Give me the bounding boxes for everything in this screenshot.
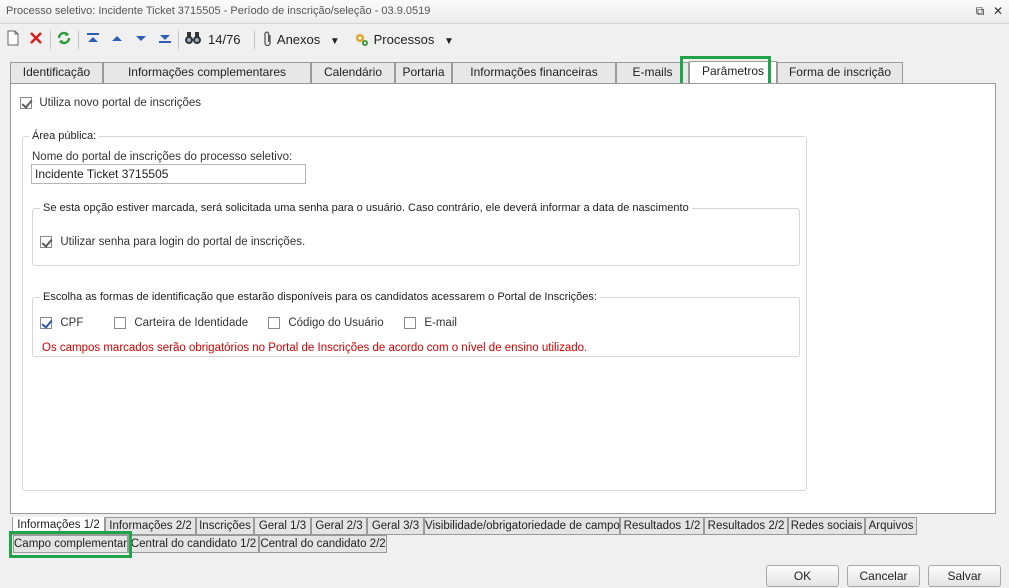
tab-informacoes-complementares[interactable]: Informações complementares xyxy=(103,62,311,83)
close-icon[interactable]: ✕ xyxy=(990,3,1006,19)
toolbar-separator xyxy=(178,31,179,49)
previous-record-icon[interactable] xyxy=(110,30,124,50)
window-titlebar: Processo seletivo: Incidente Ticket 3715… xyxy=(0,0,1009,24)
first-record-icon[interactable] xyxy=(86,30,100,50)
processos-button[interactable]: Processos ▼ xyxy=(354,30,454,50)
binoculars-icon[interactable] xyxy=(184,30,202,50)
tab-calendario[interactable]: Calendário xyxy=(311,62,395,83)
toolbar: 14/76 Anexos ▼ Processos ▼ xyxy=(0,25,1009,55)
salvar-button[interactable]: Salvar xyxy=(928,565,1001,587)
codigo-usuario-label: Código do Usuário xyxy=(288,317,384,329)
processos-label: Processos xyxy=(373,32,435,47)
tab-campo-complementar[interactable]: Campo complementar xyxy=(13,535,128,553)
tab-informacoes-1-2[interactable]: Informações 1/2 xyxy=(12,517,105,535)
senha-checkbox-label: Utilizar senha para login do portal de i… xyxy=(60,236,306,248)
tab-informacoes-financeiras[interactable]: Informações financeiras xyxy=(452,62,616,83)
carteira-label: Carteira de Identidade xyxy=(134,317,249,329)
tab-arquivos[interactable]: Arquivos xyxy=(865,517,917,535)
parametros-panel: Utiliza novo portal de inscrições Área p… xyxy=(10,83,996,514)
codigo-usuario-checkbox[interactable] xyxy=(268,316,280,329)
last-record-icon[interactable] xyxy=(158,30,172,50)
tab-resultados-2-2[interactable]: Resultados 2/2 xyxy=(704,517,788,535)
chevron-down-icon: ▼ xyxy=(329,36,340,47)
restore-icon[interactable]: ⧉ xyxy=(972,3,988,19)
tab-geral-3-3[interactable]: Geral 3/3 xyxy=(367,517,424,535)
window-title: Processo seletivo: Incidente Ticket 3715… xyxy=(6,5,431,17)
senha-group-label: Se esta opção estiver marcada, será soli… xyxy=(40,202,692,214)
cpf-label: CPF xyxy=(60,317,84,329)
novo-portal-label: Utiliza novo portal de inscrições xyxy=(39,97,202,109)
ok-button[interactable]: OK xyxy=(766,565,839,587)
nome-portal-input[interactable]: Incidente Ticket 3715505 xyxy=(31,164,306,184)
tab-inscricoes[interactable]: Inscrições xyxy=(196,517,254,535)
record-counter: 14/76 xyxy=(208,32,241,47)
tab-informacoes-2-2[interactable]: Informações 2/2 xyxy=(105,517,196,535)
tab-geral-1-3[interactable]: Geral 1/3 xyxy=(254,517,311,535)
refresh-icon[interactable] xyxy=(56,30,72,50)
tab-resultados-1-2[interactable]: Resultados 1/2 xyxy=(620,517,704,535)
tab-central-candidato-1-2[interactable]: Central do candidato 1/2 xyxy=(128,535,259,553)
tab-visibilidade[interactable]: Visibilidade/obrigatoriedade de campos xyxy=(424,517,626,535)
email-checkbox[interactable] xyxy=(404,316,416,329)
carteira-checkbox[interactable] xyxy=(114,316,126,329)
tab-central-candidato-2-2[interactable]: Central do candidato 2/2 xyxy=(259,535,387,553)
warning-text: Os campos marcados serão obrigatórios no… xyxy=(42,342,588,354)
tab-redes-sociais[interactable]: Redes sociais xyxy=(788,517,865,535)
tab-emails[interactable]: E-mails xyxy=(616,62,689,83)
novo-portal-checkbox[interactable] xyxy=(20,96,32,109)
senha-checkbox[interactable] xyxy=(40,235,52,248)
nome-portal-label: Nome do portal de inscrições do processo… xyxy=(32,151,293,163)
email-label: E-mail xyxy=(424,317,457,329)
cancelar-button[interactable]: Cancelar xyxy=(847,565,920,587)
tab-parametros[interactable]: Parâmetros xyxy=(689,61,777,84)
area-publica-label: Área pública: xyxy=(29,130,100,142)
tab-forma-de-inscricao[interactable]: Forma de inscrição xyxy=(777,62,903,83)
tab-identificacao[interactable]: Identificação xyxy=(10,62,103,83)
tab-portaria[interactable]: Portaria xyxy=(395,62,452,83)
delete-icon[interactable] xyxy=(28,30,44,50)
toolbar-separator xyxy=(50,31,51,49)
toolbar-separator xyxy=(254,31,255,49)
new-icon[interactable] xyxy=(6,30,20,50)
identificacao-group-label: Escolha as formas de identificação que e… xyxy=(40,291,600,303)
anexos-label: Anexos xyxy=(276,32,321,47)
cpf-checkbox[interactable] xyxy=(40,316,52,329)
toolbar-separator xyxy=(78,31,79,49)
anexos-button[interactable]: Anexos ▼ xyxy=(262,30,340,50)
tab-geral-2-3[interactable]: Geral 2/3 xyxy=(311,517,367,535)
next-record-icon[interactable] xyxy=(134,30,148,50)
chevron-down-icon: ▼ xyxy=(443,36,454,47)
